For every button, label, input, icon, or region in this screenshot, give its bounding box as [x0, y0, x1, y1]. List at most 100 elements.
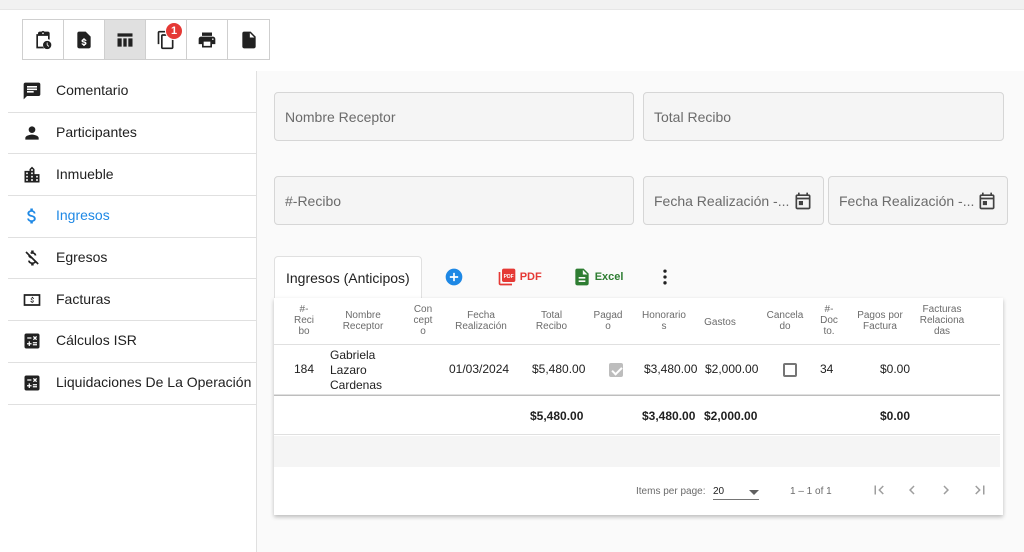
sidebar-item-liquidaciones[interactable]: Liquidaciones De La Operación — [8, 363, 256, 405]
recibo-field[interactable]: #-Recibo — [274, 176, 634, 225]
sidebar-item-egresos[interactable]: Egresos — [8, 238, 256, 280]
last-page-icon — [975, 485, 985, 495]
total-pagos-por-factura: $0.00 — [880, 409, 911, 423]
sidebar-item-ingresos[interactable]: Ingresos — [8, 196, 256, 238]
clipboard-clock-button[interactable] — [23, 20, 64, 59]
col-header-pagos-por-factura[interactable]: Pagos por Factura — [852, 310, 908, 332]
dollar-icon — [27, 208, 36, 224]
comment-icon — [23, 83, 41, 100]
items-per-page-label: Items per page: — [636, 486, 706, 497]
document-icon — [241, 31, 256, 48]
sidebar-item-facturas[interactable]: Facturas — [8, 279, 256, 322]
fecha-hasta-placeholder: Fecha Realización -... — [839, 192, 975, 209]
total-recibo-placeholder: Total Recibo — [654, 108, 732, 125]
cell-docto: 34 — [820, 362, 834, 376]
col-header-docto[interactable]: #- Doc to. — [816, 304, 842, 337]
pdf-label: PDF — [519, 271, 542, 283]
sidebar-item-label: Ingresos — [56, 207, 110, 224]
add-button[interactable] — [444, 267, 467, 287]
sidebar-item-label: Facturas — [56, 290, 111, 307]
ingresos-table: #- Reci bo Nombre Receptor Con cept o Fecha Re… — [274, 298, 1003, 515]
previous-page-button[interactable] — [903, 481, 921, 499]
print-button[interactable] — [187, 20, 228, 59]
toolbar: 1 — [22, 19, 270, 60]
chevron-right-icon — [943, 485, 949, 495]
sidebar-item-label: Inmueble — [56, 165, 114, 182]
fecha-desde-placeholder: Fecha Realización -... — [654, 192, 790, 209]
tab-ingresos-anticipos[interactable]: Ingresos (Anticipos) — [274, 256, 422, 298]
table-row[interactable]: 184 Gabriela Lazaro Cardenas 01/03/2024 $5… — [274, 345, 1000, 395]
more-options-button[interactable] — [655, 267, 678, 287]
cell-fecha-realizacion: 01/03/2024 — [449, 362, 510, 376]
chevron-left-icon — [909, 485, 915, 495]
col-header-concepto[interactable]: Con cept o — [408, 304, 438, 337]
cell-total-recibo: $5,480.00 — [532, 362, 586, 376]
sidebar-item-calculos-isr[interactable]: Cálculos ISR — [8, 321, 256, 363]
first-page-icon — [874, 485, 884, 495]
recibo-placeholder: #-Recibo — [285, 192, 342, 209]
calculator-icon — [24, 375, 40, 391]
sidebar-item-label: Liquidaciones De La Operación — [56, 374, 252, 391]
page-range: 1 – 1 of 1 — [790, 486, 832, 497]
col-header-honorarios[interactable]: Honorario s — [638, 310, 690, 332]
col-header-gastos[interactable]: Gastos — [700, 317, 740, 328]
last-page-button[interactable] — [971, 481, 989, 499]
totals-row: $5,480.00 $3,480.00 $2,000.00 $0.00 — [274, 395, 1000, 435]
print-icon — [198, 32, 216, 47]
sidebar: Comentario Participantes Inmueble Ingres… — [8, 71, 256, 405]
export-pdf-button[interactable]: PDF PDF — [497, 267, 542, 287]
total-recibo-field[interactable]: Total Recibo — [643, 92, 1004, 141]
money-off-icon — [25, 250, 39, 266]
sidebar-item-inmueble[interactable]: Inmueble — [8, 154, 256, 197]
table-footer-spacer — [274, 436, 1000, 467]
fecha-hasta-field[interactable]: Fecha Realización -... — [828, 176, 1008, 225]
cell-gastos: $2,000.00 — [705, 362, 759, 376]
calendar-icon[interactable] — [793, 191, 813, 211]
col-header-nombre-receptor[interactable]: Nombre Receptor — [330, 310, 396, 332]
sidebar-item-label: Egresos — [56, 249, 108, 266]
cell-nombre-receptor: Gabriela Lazaro Cardenas — [330, 348, 383, 392]
col-header-pagado[interactable]: Pagad o — [590, 310, 626, 332]
cancelado-checkbox[interactable] — [783, 363, 797, 377]
table-icon — [117, 32, 133, 47]
first-page-button[interactable] — [870, 481, 888, 499]
page-size-value: 20 — [713, 486, 725, 497]
bill-icon — [23, 293, 41, 306]
cell-recibo: 184 — [294, 362, 315, 376]
cell-pagos-por-factura: $0.00 — [880, 362, 911, 376]
total-gastos: $2,000.00 — [704, 409, 758, 423]
building-icon — [24, 166, 40, 183]
clipboard-clock-icon — [36, 30, 52, 49]
svg-text:PDF: PDF — [503, 274, 513, 280]
more-vert-icon — [663, 269, 668, 285]
fecha-desde-field[interactable]: Fecha Realización -... — [643, 176, 824, 225]
sidebar-item-participantes[interactable]: Participantes — [8, 113, 256, 155]
pagado-checkbox[interactable] — [609, 363, 623, 377]
pdf-icon: PDF — [498, 268, 516, 286]
invoice-dollar-button[interactable] — [64, 20, 105, 59]
document-button[interactable] — [228, 20, 269, 59]
col-header-total-recibo[interactable]: Total Recibo — [529, 310, 574, 332]
person-icon — [25, 126, 39, 140]
col-header-recibo[interactable]: #- Reci bo — [290, 304, 318, 337]
excel-label: Excel — [594, 271, 624, 283]
table-view-button[interactable] — [105, 20, 146, 59]
nombre-receptor-field[interactable]: Nombre Receptor — [274, 92, 634, 141]
add-circle-icon — [445, 268, 463, 286]
invoice-dollar-icon — [77, 31, 91, 48]
cell-honorarios: $3,480.00 — [644, 362, 698, 376]
col-header-fecha-realizacion[interactable]: Fecha Realización — [446, 310, 516, 332]
calendar-icon[interactable] — [977, 191, 997, 211]
col-header-cancelado[interactable]: Cancela do — [762, 310, 808, 332]
page-size-select[interactable]: 20 — [713, 482, 759, 500]
copy-button[interactable]: 1 — [146, 20, 187, 59]
paginator: Items per page: 20 1 – 1 of 1 — [274, 476, 1000, 504]
total-total-recibo: $5,480.00 — [530, 409, 584, 423]
table-tabs: Ingresos (Anticipos) PDF PDF Excel — [274, 256, 678, 298]
calculator-icon — [24, 333, 40, 349]
sidebar-item-comentario[interactable]: Comentario — [8, 71, 256, 113]
next-page-button[interactable] — [937, 481, 955, 499]
col-header-facturas-relacionadas[interactable]: Facturas Relaciona das — [914, 304, 970, 337]
export-excel-button[interactable]: Excel — [572, 267, 624, 287]
nombre-receptor-placeholder: Nombre Receptor — [285, 108, 396, 125]
